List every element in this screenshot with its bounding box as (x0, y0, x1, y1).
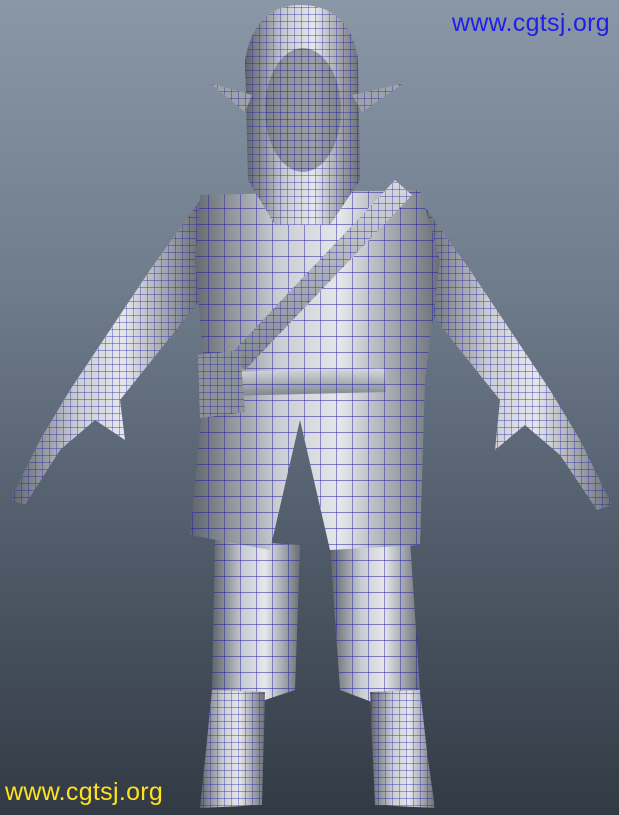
character-model[interactable] (0, 0, 619, 815)
watermark-bottom: www.cgtsj.org (5, 778, 164, 806)
3d-viewport[interactable]: www.cgtsj.org www.cgtsj.org (0, 0, 619, 815)
legs-mesh (200, 540, 435, 808)
watermark-top: www.cgtsj.org (451, 9, 610, 37)
torso-mesh (190, 180, 440, 550)
